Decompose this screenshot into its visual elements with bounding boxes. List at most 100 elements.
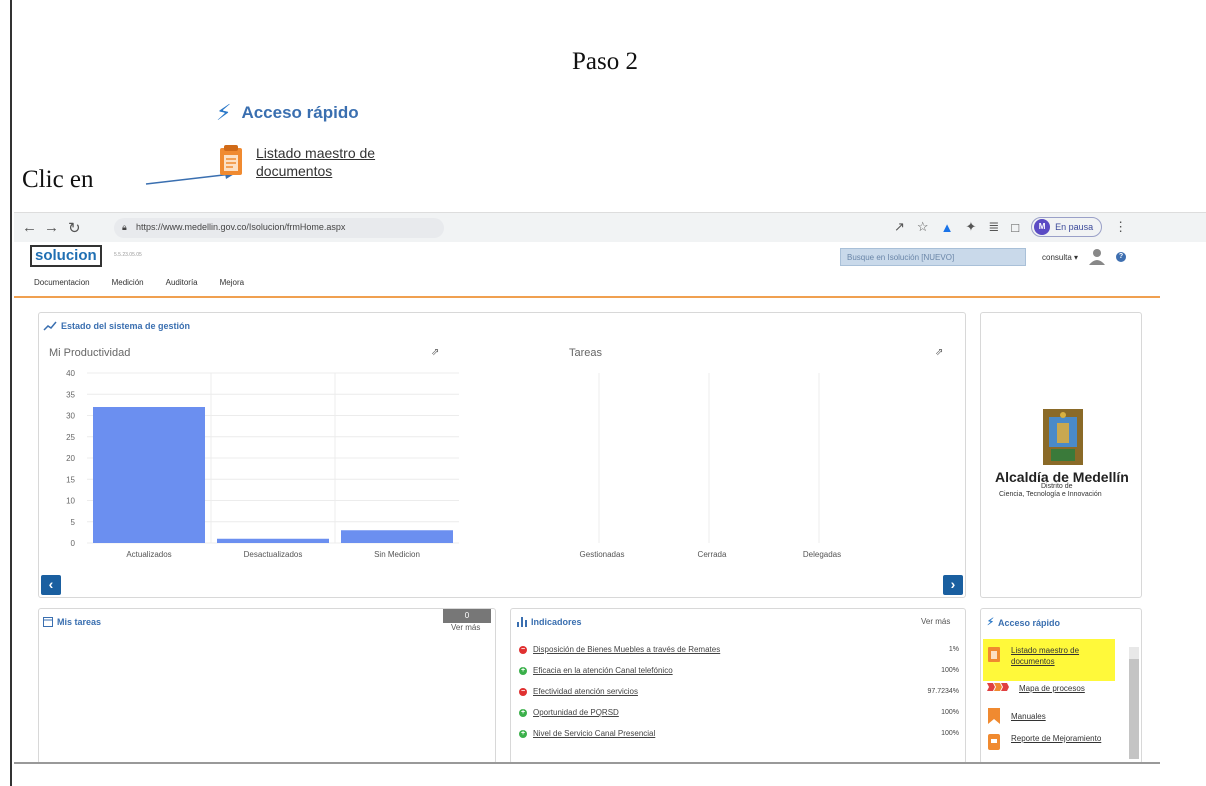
indicator-name[interactable]: Eficacia en la atención Canal telefónico <box>533 666 673 675</box>
indicator-value: 100% <box>941 667 959 674</box>
indicator-value: 100% <box>941 730 959 737</box>
acceso-item-listado[interactable]: Listado maestro de documentos <box>987 645 1105 667</box>
acceso-title: Acceso rápido <box>998 617 1061 628</box>
acceso-scroll-thumb[interactable] <box>1129 659 1139 759</box>
indicator-name[interactable]: Nivel de Servicio Canal Presencial <box>533 729 655 738</box>
x-tick-label: Gestionadas <box>580 550 625 559</box>
acceso-item-label[interactable]: Manuales <box>1011 707 1105 725</box>
indicator-value: 100% <box>941 709 959 716</box>
y-tick-label: 30 <box>66 412 75 421</box>
mis-tareas-ver-mas[interactable]: Ver más <box>451 623 480 632</box>
estado-title: Estado del sistema de gestión <box>61 321 191 331</box>
header-divider <box>14 296 1160 298</box>
url-text: https://www.medellin.gov.co/Isolucion/fr… <box>136 222 346 232</box>
user-menu[interactable]: consulta ▾ <box>1042 253 1078 262</box>
alcaldia-distrito: Distrito de <box>1041 483 1073 490</box>
media-icon[interactable]: ≣ <box>988 219 999 235</box>
tareas-title: Tareas <box>569 347 603 359</box>
calendar-icon <box>43 617 53 627</box>
profile-status: En pausa <box>1055 222 1094 232</box>
mis-tareas-title-wrap: Mis tareas <box>43 617 101 627</box>
estado-panel: Estado del sistema de gestión Mi Product… <box>38 312 966 598</box>
back-icon[interactable]: ← <box>22 219 37 236</box>
x-tick-label: Delegadas <box>803 550 841 559</box>
indicator-row[interactable]: + Nivel de Servicio Canal Presencial 100% <box>519 729 959 738</box>
help-icon[interactable]: ? <box>1116 252 1127 262</box>
y-tick-label: 15 <box>66 475 75 484</box>
browser-toolbar: ← → ↻ 🔒︎ https://www.medellin.gov.co/Iso… <box>14 212 1206 242</box>
bar <box>93 407 205 543</box>
indicator-row[interactable]: − Disposición de Bienes Muebles a través … <box>519 645 959 654</box>
share-icon[interactable]: ↗ <box>894 219 905 235</box>
indicator-name[interactable]: Oportunidad de PQRSD <box>533 708 619 717</box>
indicator-name[interactable]: Disposición de Bienes Muebles a través d… <box>533 645 720 654</box>
status-green-icon: + <box>519 729 527 738</box>
address-bar[interactable]: 🔒︎ https://www.medellin.gov.co/Isolucion… <box>114 218 444 238</box>
status-green-icon: + <box>519 666 527 675</box>
productividad-title: Mi Productividad <box>49 347 131 359</box>
isolucion-logo[interactable]: solucion <box>30 245 102 267</box>
user-avatar-icon[interactable] <box>1088 248 1106 266</box>
indicadores-title-wrap: Indicadores <box>517 617 582 627</box>
indicator-value: 1% <box>948 646 959 653</box>
acceso-item-label[interactable]: Mapa de procesos <box>1019 683 1113 694</box>
bar-chart-icon <box>517 617 527 627</box>
acceso-item-reporte[interactable]: Reporte de Mejoramiento <box>987 733 1105 751</box>
indicator-row[interactable]: − Efectividad atención servicios 97.7234% <box>519 687 959 696</box>
refresh-tareas-icon[interactable]: ⇗ <box>935 347 943 358</box>
alcaldia-subtitle: Ciencia, Tecnología e Innovación <box>999 491 1102 498</box>
lightning-small-icon: ⚡︎ <box>987 617 995 628</box>
y-tick-label: 35 <box>66 390 75 399</box>
page-bottom-rule <box>14 762 1160 764</box>
tareas-chart: Gestionadas Cerrada Delegadas <box>580 373 841 559</box>
indicadores-title: Indicadores <box>531 617 582 627</box>
search-input[interactable]: Busque en Isolución [NUEVO] <box>840 248 1026 266</box>
reload-icon[interactable]: ↻ <box>68 219 81 237</box>
x-tick-label: Actualizados <box>126 550 171 559</box>
acceso-item-label[interactable]: Reporte de Mejoramiento <box>1011 733 1105 751</box>
zoom-panel-title: Acceso rápido <box>241 103 359 122</box>
instruction-text: Clic en <box>22 166 94 193</box>
extension-blue-icon[interactable]: ▲ <box>941 220 954 235</box>
indicator-row[interactable]: + Oportunidad de PQRSD 100% <box>519 708 959 717</box>
kebab-menu-icon[interactable]: ⋮ <box>1114 219 1127 235</box>
chart-prev-button[interactable]: ‹ <box>41 575 61 595</box>
sidepanel-icon[interactable]: □ <box>1011 220 1019 235</box>
step-title: Paso 2 <box>572 48 638 75</box>
acceso-item-label[interactable]: Listado maestro de documentos <box>1011 645 1105 667</box>
refresh-productividad-icon[interactable]: ⇗ <box>431 347 439 358</box>
y-tick-label: 10 <box>66 497 75 506</box>
status-green-icon: + <box>519 708 527 717</box>
indicadores-panel: Indicadores Ver más − Disposición de Bien… <box>510 608 966 764</box>
y-tick-label: 40 <box>66 369 75 378</box>
app-version: 5.5.23.05.05 <box>114 252 142 258</box>
indicadores-ver-mas[interactable]: Ver más <box>921 617 950 626</box>
acceso-item-mapa[interactable]: Mapa de procesos <box>987 683 1113 694</box>
acceso-item-manuales[interactable]: Manuales <box>987 707 1105 725</box>
indicator-name[interactable]: Efectividad atención servicios <box>533 687 638 696</box>
browser-extensions: ↗ ☆ ▲ ✦ ≣ □ M En pausa ⋮ <box>894 217 1127 237</box>
menu-auditoria[interactable]: Auditoría <box>166 278 198 287</box>
profile-button[interactable]: M En pausa <box>1031 217 1103 237</box>
menu-documentacion[interactable]: Documentacion <box>34 278 90 287</box>
bookmark-star-icon[interactable]: ☆ <box>917 219 929 235</box>
acceso-scrollbar[interactable] <box>1129 647 1139 759</box>
menu-medicion[interactable]: Medición <box>112 278 144 287</box>
app-header: solucion 5.5.23.05.05 Busque en Isolució… <box>14 242 1206 287</box>
y-tick-label: 5 <box>71 518 76 527</box>
y-tick-label: 20 <box>66 454 75 463</box>
acceso-rapido-panel: ⚡︎ Acceso rápido Listado maestro de docu… <box>980 608 1142 764</box>
chart-next-button[interactable]: › <box>943 575 963 595</box>
indicator-row[interactable]: + Eficacia en la atención Canal telefónic… <box>519 666 959 675</box>
alcaldia-panel: Alcaldía de Medellín Distrito de Ciencia… <box>980 312 1142 598</box>
forward-icon[interactable]: → <box>44 219 59 236</box>
zoom-listado-link[interactable]: Listado maestro de documentos <box>218 144 406 180</box>
lightning-icon: ⚡︎ <box>216 100 232 125</box>
puzzle-icon[interactable]: ✦ <box>965 219 976 235</box>
medellin-seal-icon <box>1043 409 1083 465</box>
main-menu: Documentacion Medición Auditoría Mejora <box>34 278 244 287</box>
zoom-link-label[interactable]: Listado maestro de documentos <box>256 144 406 180</box>
menu-mejora[interactable]: Mejora <box>220 278 244 287</box>
report-icon <box>988 734 1000 750</box>
x-tick-label: Sin Medicion <box>374 550 420 559</box>
